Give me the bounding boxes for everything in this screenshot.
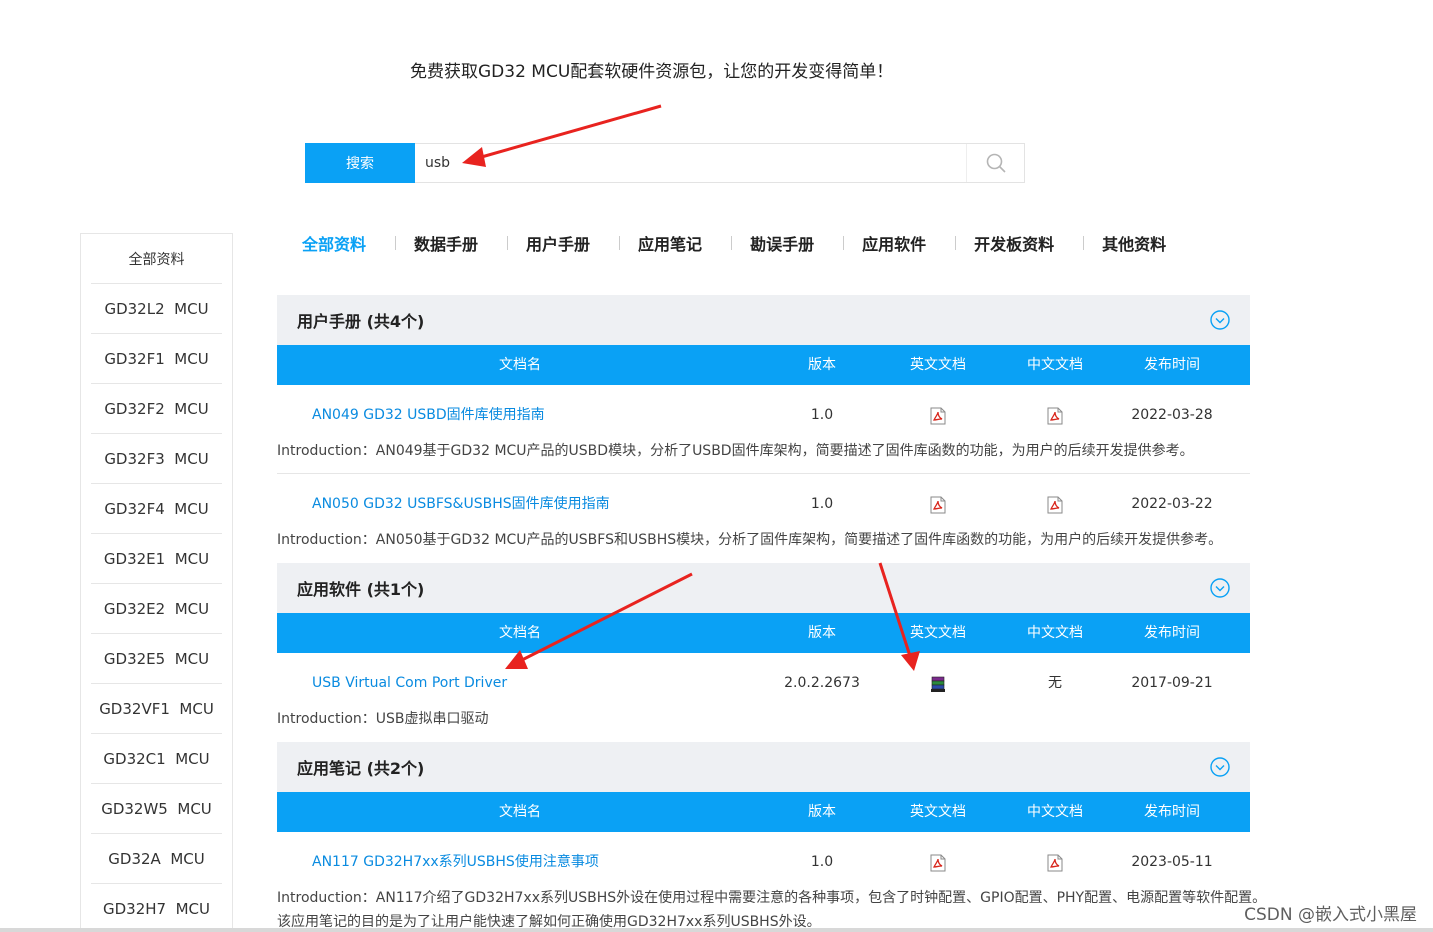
tab-all[interactable]: 全部资料 <box>302 231 366 255</box>
tab-separator <box>1083 236 1085 250</box>
tab-app-note[interactable]: 应用笔记 <box>638 231 702 255</box>
sidebar-item-gd32w5[interactable]: GD32W5 MCU <box>91 784 222 834</box>
sidebar-item-gd32vf1[interactable]: GD32VF1 MCU <box>91 684 222 734</box>
search-button[interactable]: 搜索 <box>305 143 415 183</box>
col-version: 版本 <box>808 804 836 820</box>
tab-separator <box>955 236 957 250</box>
tab-dev-board[interactable]: 开发板资料 <box>974 231 1054 255</box>
sidebar-item-gd32l2[interactable]: GD32L2 MCU <box>91 284 222 334</box>
sidebar-item-gd32h7[interactable]: GD32H7 MCU <box>91 884 222 932</box>
pdf-icon[interactable] <box>1047 407 1063 425</box>
sidebar-item-gd32f4[interactable]: GD32F4 MCU <box>91 484 222 534</box>
tab-separator <box>843 236 845 250</box>
doc-date: 2017-09-21 <box>1131 675 1213 691</box>
doc-version: 1.0 <box>810 496 834 512</box>
sidebar-item-gd32e1[interactable]: GD32E1 MCU <box>91 534 222 584</box>
pdf-icon[interactable] <box>930 496 946 514</box>
col-date: 发布时间 <box>1144 625 1200 641</box>
tab-datasheet[interactable]: 数据手册 <box>414 231 478 255</box>
tab-separator <box>395 236 397 250</box>
doc-link[interactable]: AN049 GD32 USBD固件库使用指南 <box>312 400 545 430</box>
doc-version: 2.0.2.2673 <box>784 675 860 691</box>
category-sidebar: 全部资料 GD32L2 MCU GD32F1 MCU GD32F2 MCU GD… <box>80 233 233 932</box>
sidebar-item-gd32f1[interactable]: GD32F1 MCU <box>91 334 222 384</box>
sidebar-item-gd32f2[interactable]: GD32F2 MCU <box>91 384 222 434</box>
col-name: 文档名 <box>499 804 541 820</box>
doc-version: 1.0 <box>810 854 834 870</box>
table-row: USB Virtual Com Port Driver 2.0.2.2673 无… <box>277 668 1250 698</box>
doc-date: 2022-03-28 <box>1131 407 1213 423</box>
section-title: 应用笔记 (共2个) <box>297 759 425 778</box>
doc-intro: Introduction：AN117介绍了GD32H7xx系列USBHS外设在使… <box>277 890 1267 906</box>
doc-link[interactable]: USB Virtual Com Port Driver <box>312 668 507 698</box>
watermark: CSDN @嵌入式小黑屋 <box>1244 905 1417 925</box>
tab-separator <box>619 236 621 250</box>
doc-link[interactable]: AN117 GD32H7xx系列USBHS使用注意事项 <box>312 847 599 877</box>
doc-intro: Introduction：AN050基于GD32 MCU产品的USBFS和USB… <box>277 532 1223 548</box>
col-en-doc: 英文文档 <box>910 804 966 820</box>
table-header: 文档名 版本 英文文档 中文文档 发布时间 <box>277 613 1250 653</box>
search-submit[interactable] <box>966 144 1024 182</box>
table-row: AN049 GD32 USBD固件库使用指南 1.0 2022-03-28 <box>277 400 1250 430</box>
pdf-icon[interactable] <box>930 407 946 425</box>
archive-icon[interactable] <box>930 675 946 693</box>
sidebar-item-all[interactable]: 全部资料 <box>91 234 222 284</box>
col-cn-doc: 中文文档 <box>1027 625 1083 641</box>
pdf-icon[interactable] <box>1047 854 1063 872</box>
section-header-app-note: 应用笔记 (共2个) <box>277 742 1250 792</box>
col-version: 版本 <box>808 625 836 641</box>
doc-cn-none: 无 <box>1048 675 1062 691</box>
col-name: 文档名 <box>499 625 541 641</box>
col-cn-doc: 中文文档 <box>1027 357 1083 373</box>
search-bar: 搜索 <box>305 143 1025 183</box>
col-en-doc: 英文文档 <box>910 625 966 641</box>
search-input[interactable] <box>415 144 966 182</box>
tab-software[interactable]: 应用软件 <box>862 231 926 255</box>
col-en-doc: 英文文档 <box>910 357 966 373</box>
doc-date: 2022-03-22 <box>1131 496 1213 512</box>
category-tabs: 全部资料 数据手册 用户手册 应用笔记 勘误手册 应用软件 开发板资料 其他资料 <box>277 229 1166 257</box>
table-header: 文档名 版本 英文文档 中文文档 发布时间 <box>277 792 1250 832</box>
table-row: AN050 GD32 USBFS&USBHS固件库使用指南 1.0 2022-0… <box>277 489 1250 519</box>
tab-separator <box>731 236 733 250</box>
section-title: 应用软件 (共1个) <box>297 580 425 599</box>
sidebar-item-gd32c1[interactable]: GD32C1 MCU <box>91 734 222 784</box>
doc-version: 1.0 <box>810 407 834 423</box>
sidebar-item-gd32e5[interactable]: GD32E5 MCU <box>91 634 222 684</box>
tab-user-manual[interactable]: 用户手册 <box>526 231 590 255</box>
col-cn-doc: 中文文档 <box>1027 804 1083 820</box>
col-version: 版本 <box>808 357 836 373</box>
chevron-down-icon[interactable] <box>1210 757 1230 777</box>
tab-errata[interactable]: 勘误手册 <box>750 231 814 255</box>
table-header: 文档名 版本 英文文档 中文文档 发布时间 <box>277 345 1250 385</box>
row-divider <box>277 473 1250 474</box>
bottom-scroll-edge <box>0 928 1433 932</box>
tab-other[interactable]: 其他资料 <box>1102 231 1166 255</box>
section-title: 用户手册 (共4个) <box>297 312 425 331</box>
sidebar-item-gd32f3[interactable]: GD32F3 MCU <box>91 434 222 484</box>
sidebar-item-gd32a[interactable]: GD32A MCU <box>91 834 222 884</box>
pdf-icon[interactable] <box>930 854 946 872</box>
doc-intro: Introduction：USB虚拟串口驱动 <box>277 711 489 727</box>
chevron-down-icon[interactable] <box>1210 310 1230 330</box>
chevron-down-icon[interactable] <box>1210 578 1230 598</box>
sidebar-item-gd32e2[interactable]: GD32E2 MCU <box>91 584 222 634</box>
search-icon <box>986 153 1006 173</box>
table-row: AN117 GD32H7xx系列USBHS使用注意事项 1.0 2023-05-… <box>277 847 1250 877</box>
section-header-user-manual: 用户手册 (共4个) <box>277 295 1250 345</box>
tab-separator <box>507 236 509 250</box>
page-headline: 免费获取GD32 MCU配套软硬件资源包，让您的开发变得简单！ <box>410 62 894 82</box>
section-header-software: 应用软件 (共1个) <box>277 563 1250 613</box>
doc-intro: Introduction：AN049基于GD32 MCU产品的USBD模块，分析… <box>277 443 1194 459</box>
col-date: 发布时间 <box>1144 357 1200 373</box>
pdf-icon[interactable] <box>1047 496 1063 514</box>
doc-date: 2023-05-11 <box>1131 854 1213 870</box>
col-date: 发布时间 <box>1144 804 1200 820</box>
doc-link[interactable]: AN050 GD32 USBFS&USBHS固件库使用指南 <box>312 489 610 519</box>
col-name: 文档名 <box>499 357 541 373</box>
